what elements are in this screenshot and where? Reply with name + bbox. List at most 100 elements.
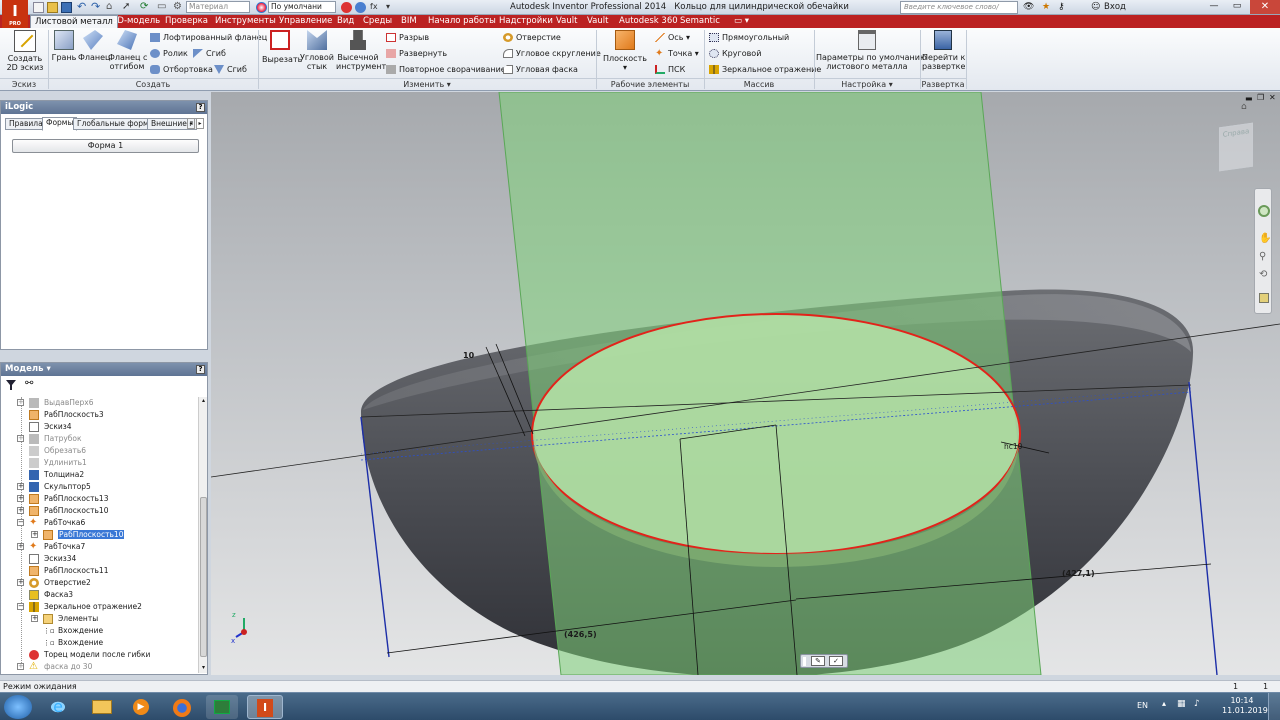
go-to-flat-pattern-button[interactable]: Перейти к развертке — [922, 30, 965, 76]
contour-roll-button[interactable]: Отбортовка — [150, 64, 213, 75]
app-logo[interactable]: I PRO — [2, 0, 28, 28]
tree-item[interactable]: Эскиз4 — [17, 421, 72, 433]
signin-link[interactable]: Вход — [1104, 2, 1126, 12]
circ-pattern-button[interactable]: Круговой — [709, 48, 761, 59]
corner-seam-button[interactable]: Угловой стык — [299, 30, 335, 76]
model-canvas[interactable] — [211, 92, 1280, 675]
undo-icon[interactable]: ↶ — [77, 1, 88, 13]
filter-icon[interactable] — [6, 380, 16, 390]
tree-item[interactable]: + Скульптор5 — [17, 481, 91, 493]
fold-button[interactable]: Сгиб — [214, 64, 247, 75]
hole-button[interactable]: Отверстие — [503, 32, 561, 43]
taskbar-media-icon[interactable]: ▶ — [125, 695, 157, 719]
taskbar-app-icon[interactable] — [206, 695, 238, 719]
taskbar-inventor-icon[interactable]: I — [247, 695, 283, 719]
dim-right-label[interactable]: (427,1) — [1062, 569, 1095, 578]
tree-item[interactable]: − Зеркальное отражение2 — [17, 601, 142, 613]
maximize-button[interactable]: ▭ — [1226, 0, 1248, 14]
tab-environments[interactable]: Среды — [359, 15, 396, 28]
dim-left-label[interactable]: (426,5) — [564, 630, 597, 639]
model-browser-header[interactable]: Модель ▾? — [1, 363, 207, 376]
steering-wheel-icon[interactable] — [1258, 205, 1270, 217]
form-1-button[interactable]: Форма 1 — [12, 139, 199, 153]
corner-round-button[interactable]: Угловое скругление — [503, 48, 601, 59]
key-icon[interactable]: ⚷ — [1058, 2, 1069, 13]
roll-button[interactable]: Ролик — [150, 48, 188, 59]
tree-item[interactable]: + Элементы — [31, 613, 98, 625]
look-at-icon[interactable] — [1259, 293, 1269, 303]
home-icon[interactable]: ⌂ — [106, 2, 117, 13]
tree-item[interactable]: − ✦ РабТочка6 — [17, 517, 85, 529]
rect-pattern-button[interactable]: Прямоугольный — [709, 32, 789, 43]
tab-global-forms[interactable]: Глобальные формы — [73, 118, 159, 130]
tab-vault-1[interactable]: Vault — [552, 15, 581, 28]
tree-item[interactable]: Торец модели после гибки — [17, 649, 150, 661]
zoom-icon[interactable]: ⚲ — [1259, 251, 1266, 262]
group-modify[interactable]: Изменить ▾ — [258, 78, 596, 90]
tab-bim[interactable]: BIM — [397, 15, 421, 28]
ilogic-help-button[interactable]: ? — [196, 103, 205, 112]
mirror-button[interactable]: Зеркальное отражение — [709, 64, 821, 75]
tree-item-selected[interactable]: + РабПлоскость10 — [31, 529, 125, 541]
tab-get-started[interactable]: Начало работы — [424, 15, 500, 28]
ellipse-face[interactable] — [531, 313, 1021, 555]
measure-icon[interactable]: ▭ — [157, 2, 168, 13]
sheet-metal-defaults-button[interactable]: Параметры по умолчанию листового металла — [816, 30, 927, 76]
graphics-viewport[interactable]: 10 (427,1) (426,5) hc10 z x Справа ⌂ ▬ ❐… — [211, 92, 1280, 675]
tray-network-icon[interactable]: ▦ — [1177, 699, 1186, 709]
tree-item[interactable]: Эскиз34 — [17, 553, 76, 565]
open-icon[interactable] — [47, 2, 58, 13]
appearance-dropdown[interactable]: По умолчани — [268, 1, 336, 13]
point-button[interactable]: ✦ Точка ▾ — [655, 48, 699, 59]
face-button[interactable]: Грань — [51, 30, 77, 76]
tree-item[interactable]: ⋮▫ Вхождение — [31, 637, 103, 649]
tree-item[interactable]: + РабПлоскость13 — [17, 493, 108, 505]
tab-addins[interactable]: Надстройки — [495, 15, 557, 28]
contour-flange-button[interactable]: Фланец с отгибом — [108, 30, 147, 76]
orbit-icon[interactable]: ⟲ — [1259, 269, 1267, 280]
material-dropdown[interactable]: Материал — [186, 1, 250, 13]
tree-item[interactable]: + ✦ РабТочка7 — [17, 541, 85, 553]
tab-scroll-left[interactable]: ◂ — [187, 118, 195, 129]
group-setup[interactable]: Настройка ▾ — [814, 78, 920, 90]
model-help-button[interactable]: ? — [196, 365, 205, 374]
dim-thickness-label[interactable]: 10 — [463, 351, 474, 360]
sketch-edit-icon[interactable]: ✎ — [811, 656, 825, 666]
home-view-icon[interactable]: ⌂ — [1241, 102, 1247, 112]
corner-chamfer-button[interactable]: Угловая фаска — [503, 64, 578, 75]
redo-icon[interactable]: ↷ — [91, 1, 102, 13]
tree-item[interactable]: + ⚠ фаска до 30 — [17, 661, 92, 673]
taskbar-explorer-icon[interactable] — [86, 695, 118, 719]
taskbar-firefox-icon[interactable] — [166, 695, 198, 719]
sketch-finish-icon[interactable]: ✓ — [829, 656, 843, 666]
ribbon-options-icon[interactable]: ▭ ▾ — [730, 15, 753, 28]
search-input[interactable]: Введите ключевое слово/фразу — [900, 1, 1018, 22]
tree-item[interactable]: ⋮▫ Вхождение — [31, 625, 103, 637]
settings-icon[interactable]: ⚙ — [173, 2, 184, 13]
tree-item[interactable]: + Патрубок — [17, 433, 82, 445]
tab-sheet-metal[interactable]: Листовой металл — [30, 15, 118, 29]
tree-item[interactable]: Обрезать6 — [17, 445, 86, 457]
close-button[interactable]: ✕ — [1250, 0, 1280, 14]
update-icon[interactable]: ⟳ — [140, 2, 151, 13]
mini-toolbar-grip[interactable] — [803, 657, 806, 666]
tree-item[interactable]: + РабПлоскость10 — [17, 505, 108, 517]
tree-item[interactable]: РабПлоскость11 — [17, 565, 108, 577]
mini-toolbar[interactable]: ✎ ✓ — [800, 654, 848, 668]
tab-manage[interactable]: Управление — [275, 15, 336, 28]
show-desktop-button[interactable] — [1268, 693, 1280, 720]
taskbar-ie-icon[interactable]: e — [42, 695, 74, 719]
clear-override-icon[interactable] — [355, 2, 366, 13]
ucs-button[interactable]: ПСК — [655, 64, 685, 75]
create-2d-sketch-button[interactable]: Создать 2D эскиз — [6, 30, 44, 76]
tab-autodesk-360[interactable]: Autodesk 360 — [615, 15, 682, 28]
tree-item[interactable]: + Отверстие2 — [17, 577, 91, 589]
tree-item[interactable]: Удлинить1 — [17, 457, 87, 469]
color-override-icon[interactable] — [341, 2, 352, 13]
binoculars-icon[interactable]: 👁 — [1023, 2, 1034, 13]
viewport-restore[interactable]: ❐ — [1257, 93, 1264, 102]
flange-button[interactable]: Фланец — [78, 30, 111, 76]
axis-button[interactable]: Ось ▾ — [655, 32, 690, 43]
model-scrollbar-thumb[interactable] — [200, 497, 207, 657]
cut-button[interactable]: Вырезать — [262, 30, 302, 76]
